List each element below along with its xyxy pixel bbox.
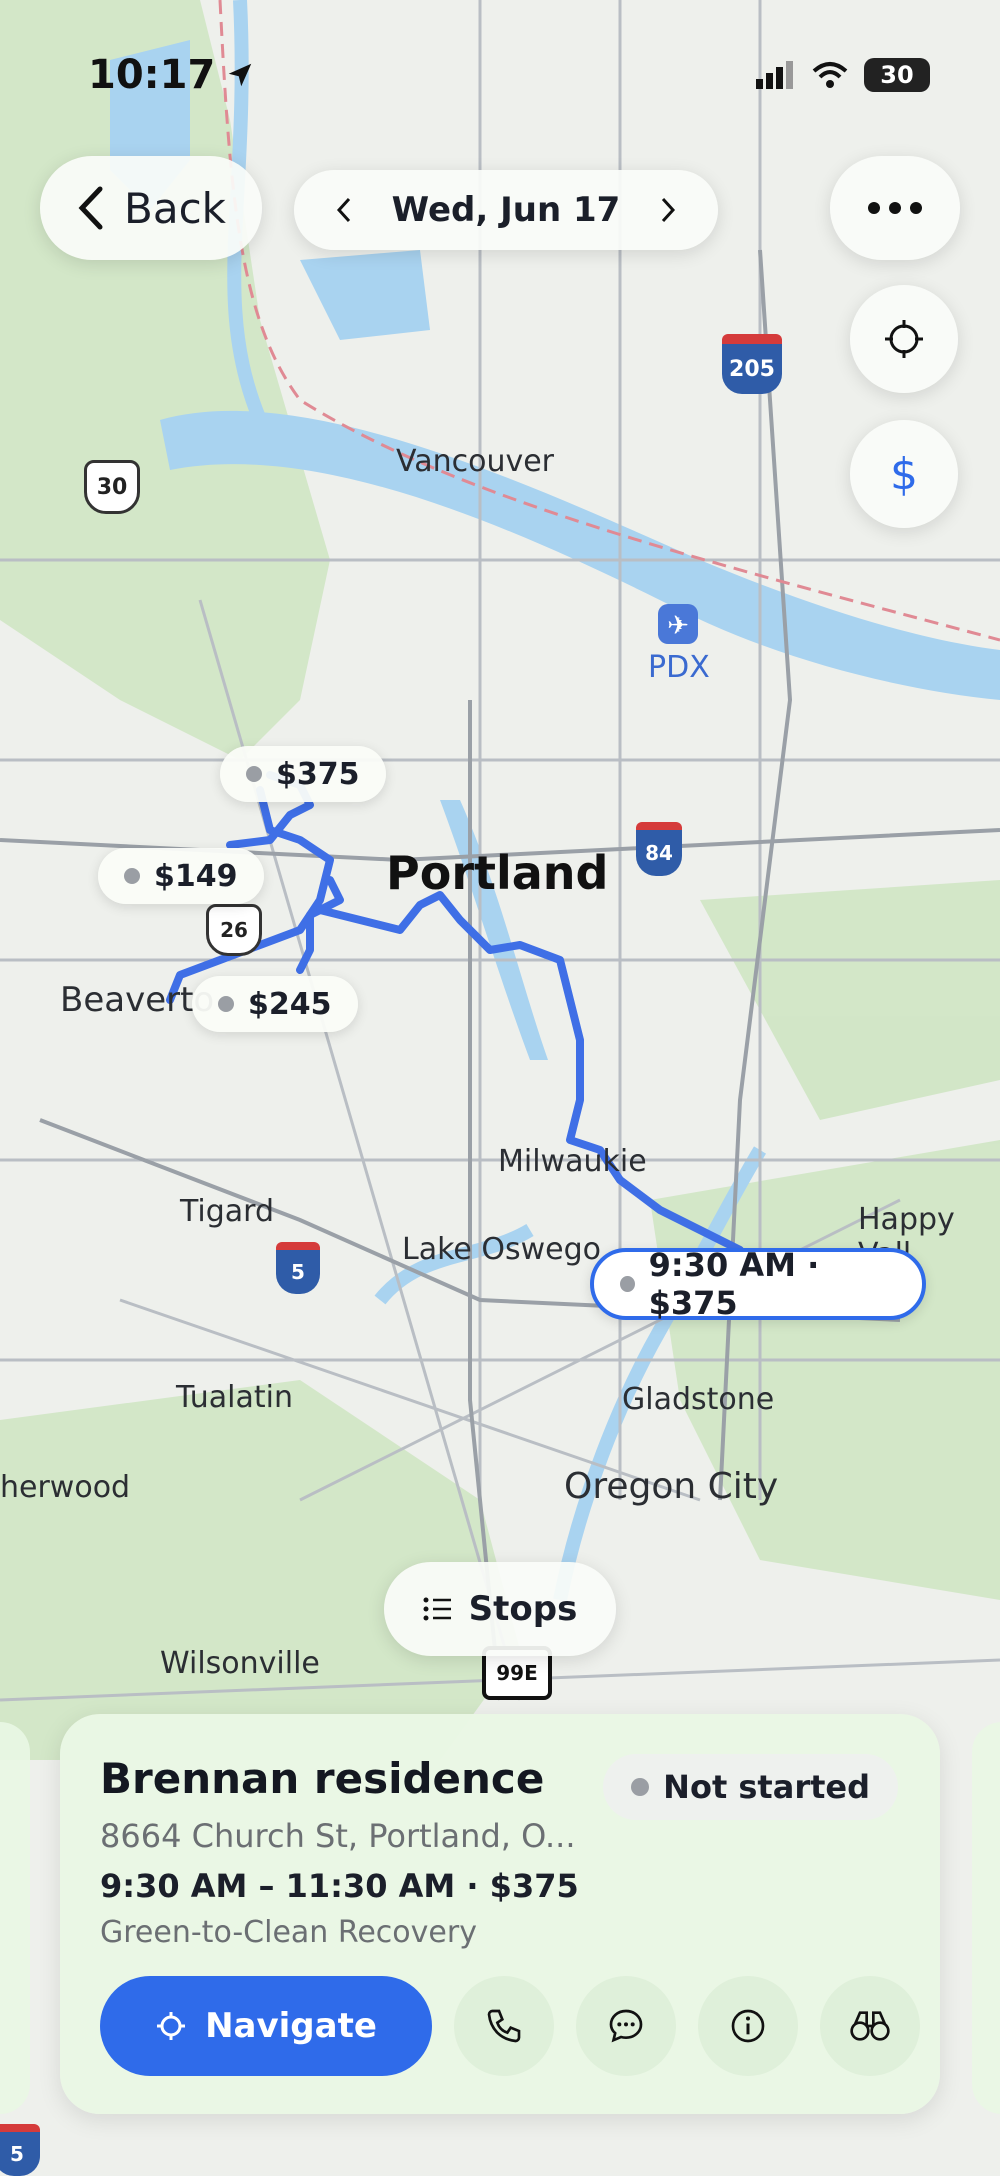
location-arrow-icon xyxy=(229,63,252,87)
binoculars-icon xyxy=(850,2011,890,2041)
ellipsis-icon xyxy=(868,202,922,214)
active-stop-label[interactable]: 9:30 AM · $375 xyxy=(590,1246,926,1322)
us-26-shield: 26 xyxy=(206,904,262,956)
stop-price-label[interactable]: $375 xyxy=(220,746,386,802)
stop-price-label[interactable]: $149 xyxy=(98,848,264,904)
price-text: $245 xyxy=(248,986,332,1022)
back-button[interactable]: Back xyxy=(40,156,262,260)
crosshair-icon xyxy=(885,320,923,358)
place-oregon-city: Oregon City xyxy=(564,1466,779,1507)
chevron-left-icon xyxy=(78,186,103,230)
cellular-signal-icon xyxy=(756,61,793,89)
back-label: Back xyxy=(124,183,226,233)
interstate-84-shield: 84 xyxy=(636,822,682,876)
interstate-205-shield: 205 xyxy=(722,334,782,394)
svg-text:✈: ✈ xyxy=(667,611,689,641)
clock: 10:17 xyxy=(88,52,216,98)
stop-address: 8664 Church St, Portland, O... xyxy=(100,1817,576,1855)
status-text: Not started xyxy=(663,1768,870,1806)
next-day-chevron-icon[interactable] xyxy=(658,195,678,225)
wifi-icon xyxy=(812,62,848,88)
place-tualatin: Tualatin xyxy=(176,1380,293,1415)
card-actions: Navigate xyxy=(100,1976,920,2076)
list-icon xyxy=(423,1597,451,1621)
battery-indicator: 30 xyxy=(864,58,930,92)
recenter-button[interactable] xyxy=(850,285,958,393)
active-stop-text: 9:30 AM · $375 xyxy=(648,1246,820,1322)
interstate-5-shield-bottom: 5 xyxy=(0,2124,40,2176)
call-button[interactable] xyxy=(454,1976,554,2076)
previous-day-chevron-icon[interactable] xyxy=(334,195,354,225)
current-date: Wed, Jun 17 xyxy=(391,190,621,230)
phone-icon xyxy=(487,2009,521,2043)
price-text: $375 xyxy=(276,756,360,792)
street-view-button[interactable] xyxy=(820,1976,920,2076)
stops-label: Stops xyxy=(468,1589,578,1629)
status-bar-indicators: 30 xyxy=(756,58,930,92)
company-name: Green-to-Clean Recovery xyxy=(100,1915,477,1950)
stops-button[interactable]: Stops xyxy=(384,1562,616,1656)
place-vancouver: Vancouver xyxy=(396,444,554,479)
place-milwaukie: Milwaukie xyxy=(498,1144,647,1179)
us-30-shield: 30 xyxy=(84,460,140,514)
info-button[interactable] xyxy=(698,1976,798,2076)
date-selector: Wed, Jun 17 xyxy=(294,170,718,250)
status-dot xyxy=(218,996,234,1012)
navigate-label: Navigate xyxy=(205,2006,377,2046)
status-dot xyxy=(620,1276,635,1292)
place-portland: Portland xyxy=(386,846,609,900)
status-badge: Not started xyxy=(603,1754,898,1820)
stop-time-price: 9:30 AM – 11:30 AM · $375 xyxy=(100,1867,579,1905)
previous-stop-card[interactable] xyxy=(0,1722,30,2114)
place-sherwood: herwood xyxy=(0,1470,131,1505)
status-dot xyxy=(246,766,262,782)
next-stop-card[interactable] xyxy=(972,1722,1000,2114)
place-wilsonville: Wilsonville xyxy=(160,1646,320,1681)
interstate-5-shield: 5 xyxy=(276,1242,320,1294)
info-icon xyxy=(731,2009,765,2043)
navigate-crosshair-icon xyxy=(157,2012,186,2040)
navigate-button[interactable]: Navigate xyxy=(100,1976,432,2076)
place-lake-oswego: Lake Oswego xyxy=(402,1232,602,1267)
message-button[interactable] xyxy=(576,1976,676,2076)
status-dot xyxy=(631,1778,650,1796)
stop-detail-card[interactable]: Brennan residence Not started 8664 Churc… xyxy=(60,1714,940,2114)
status-bar-time: 10:17 xyxy=(88,52,255,98)
earnings-button[interactable]: $ xyxy=(850,420,958,528)
place-beaverton: Beaverto xyxy=(60,980,215,1020)
chat-bubble-icon xyxy=(609,2009,643,2043)
price-text: $149 xyxy=(154,858,238,894)
place-pdx: PDX xyxy=(648,650,710,685)
dollar-icon: $ xyxy=(890,448,918,500)
place-gladstone: Gladstone xyxy=(622,1382,775,1417)
more-options-button[interactable] xyxy=(830,156,960,260)
stop-price-label[interactable]: $245 xyxy=(192,976,358,1032)
place-tigard: Tigard xyxy=(180,1194,275,1229)
status-dot xyxy=(124,868,140,884)
